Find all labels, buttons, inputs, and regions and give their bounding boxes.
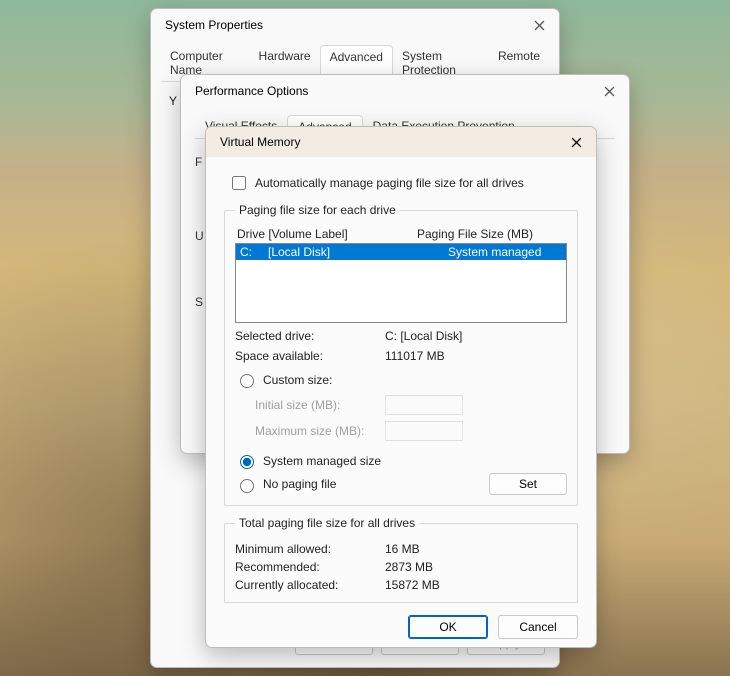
- sysprops-body-hint: Y: [169, 94, 177, 108]
- space-available-value: 111017 MB: [385, 349, 445, 363]
- virtual-memory-dialog: Virtual Memory Automatically manage pagi…: [205, 126, 597, 648]
- ok-button[interactable]: OK: [408, 615, 488, 639]
- perf-trunc-u: U: [195, 229, 204, 243]
- paging-per-drive-legend: Paging file size for each drive: [235, 203, 400, 217]
- space-available-key: Space available:: [235, 349, 385, 363]
- paging-per-drive-group: Paging file size for each drive Drive [V…: [224, 203, 578, 506]
- set-button[interactable]: Set: [489, 473, 567, 495]
- total-paging-legend: Total paging file size for all drives: [235, 516, 419, 530]
- performance-options-title: Performance Options: [195, 84, 308, 98]
- perf-trunc-s: S: [195, 295, 203, 309]
- selected-drive-value: C: [Local Disk]: [385, 329, 462, 343]
- currently-allocated-value: 15872 MB: [385, 578, 440, 592]
- perf-trunc-p: F: [195, 155, 202, 169]
- drive-label: [Local Disk]: [268, 244, 418, 260]
- close-icon[interactable]: [566, 132, 586, 152]
- initial-size-input: [385, 395, 463, 415]
- drive-paging-size: System managed: [418, 244, 562, 260]
- currently-allocated-key: Currently allocated:: [235, 578, 385, 592]
- no-paging-radio[interactable]: [240, 479, 254, 493]
- total-paging-group: Total paging file size for all drives Mi…: [224, 516, 578, 603]
- initial-size-label: Initial size (MB):: [255, 398, 385, 412]
- drive-row[interactable]: C: [Local Disk] System managed: [236, 244, 566, 260]
- auto-manage-checkbox[interactable]: [232, 176, 246, 190]
- system-properties-title: System Properties: [165, 18, 263, 32]
- min-allowed-key: Minimum allowed:: [235, 542, 385, 556]
- recommended-key: Recommended:: [235, 560, 385, 574]
- min-allowed-value: 16 MB: [385, 542, 420, 556]
- recommended-value: 2873 MB: [385, 560, 433, 574]
- cancel-button[interactable]: Cancel: [498, 615, 578, 639]
- custom-size-label: Custom size:: [263, 373, 332, 387]
- virtual-memory-title: Virtual Memory: [220, 135, 300, 149]
- drive-letter: C:: [240, 244, 268, 260]
- max-size-label: Maximum size (MB):: [255, 424, 385, 438]
- system-managed-radio[interactable]: [240, 455, 254, 469]
- drive-column-header: Drive [Volume Label]: [237, 227, 417, 241]
- drive-list[interactable]: C: [Local Disk] System managed: [235, 243, 567, 323]
- close-icon[interactable]: [599, 81, 619, 101]
- system-managed-label: System managed size: [263, 454, 381, 468]
- size-column-header: Paging File Size (MB): [417, 227, 533, 241]
- no-paging-label: No paging file: [263, 477, 336, 491]
- close-icon[interactable]: [529, 15, 549, 35]
- selected-drive-key: Selected drive:: [235, 329, 385, 343]
- max-size-input: [385, 421, 463, 441]
- custom-size-radio[interactable]: [240, 374, 254, 388]
- auto-manage-label: Automatically manage paging file size fo…: [255, 176, 524, 190]
